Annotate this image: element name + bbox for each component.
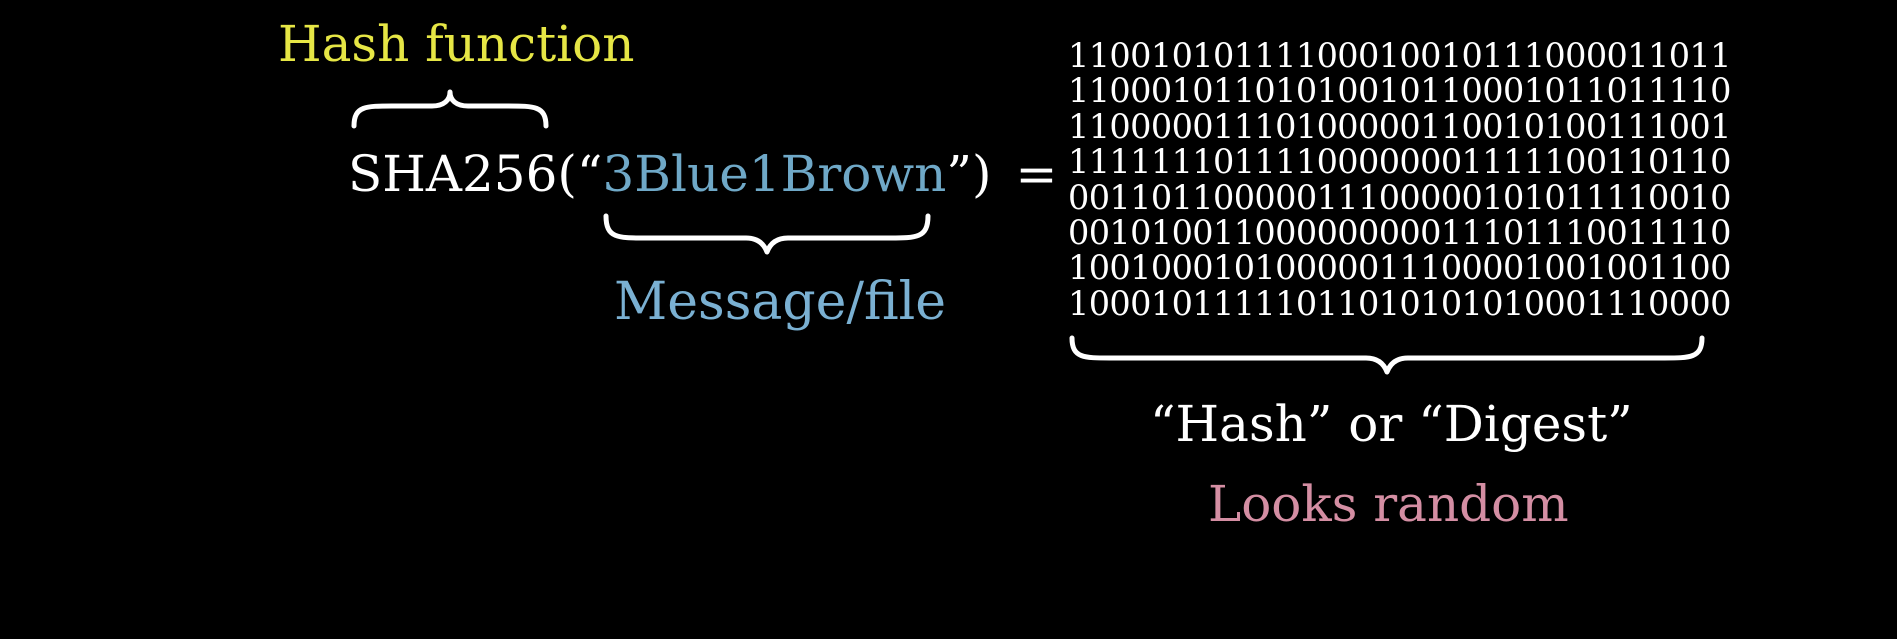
looks-random-label: Looks random xyxy=(1208,475,1569,533)
hash-or-digest-label: “Hash” or “Digest” xyxy=(1150,395,1633,453)
message-brace xyxy=(603,213,931,255)
message-text: 3Blue1Brown xyxy=(602,145,947,203)
digest-row: 00110110000011100000101011110010 xyxy=(1068,177,1731,217)
open-quote: “ xyxy=(576,145,603,203)
digest-row: 10001011111011010101010001110000 xyxy=(1068,283,1731,323)
close-quote: ” xyxy=(946,145,972,203)
digest-row: 11000101101010010110001011011110 xyxy=(1068,71,1731,111)
digest-row: 11001010111100010010111000011011 xyxy=(1068,36,1731,75)
digest-bits: 11001010111100010010111000011011 1100010… xyxy=(1068,36,1731,323)
function-name: SHA256( xyxy=(348,145,577,203)
digest-row: 11000001110100000110010100111001 xyxy=(1068,106,1731,146)
digest-row: 00101001100000000011101110011110 xyxy=(1068,213,1731,253)
close-paren: ) xyxy=(971,145,992,203)
message-label: Message/file xyxy=(614,272,947,332)
digest-row: 10010001010000011100001001001100 xyxy=(1068,248,1731,288)
hash-function-label: Hash function xyxy=(278,15,635,73)
digest-brace xyxy=(1069,335,1705,375)
sha256-expression: SHA256(“3Blue1Brown”) = xyxy=(348,144,1057,204)
hash-function-brace xyxy=(351,89,549,129)
digest-row: 11111110111100000001111100110110 xyxy=(1068,142,1731,182)
equals-sign: = xyxy=(1015,145,1058,203)
